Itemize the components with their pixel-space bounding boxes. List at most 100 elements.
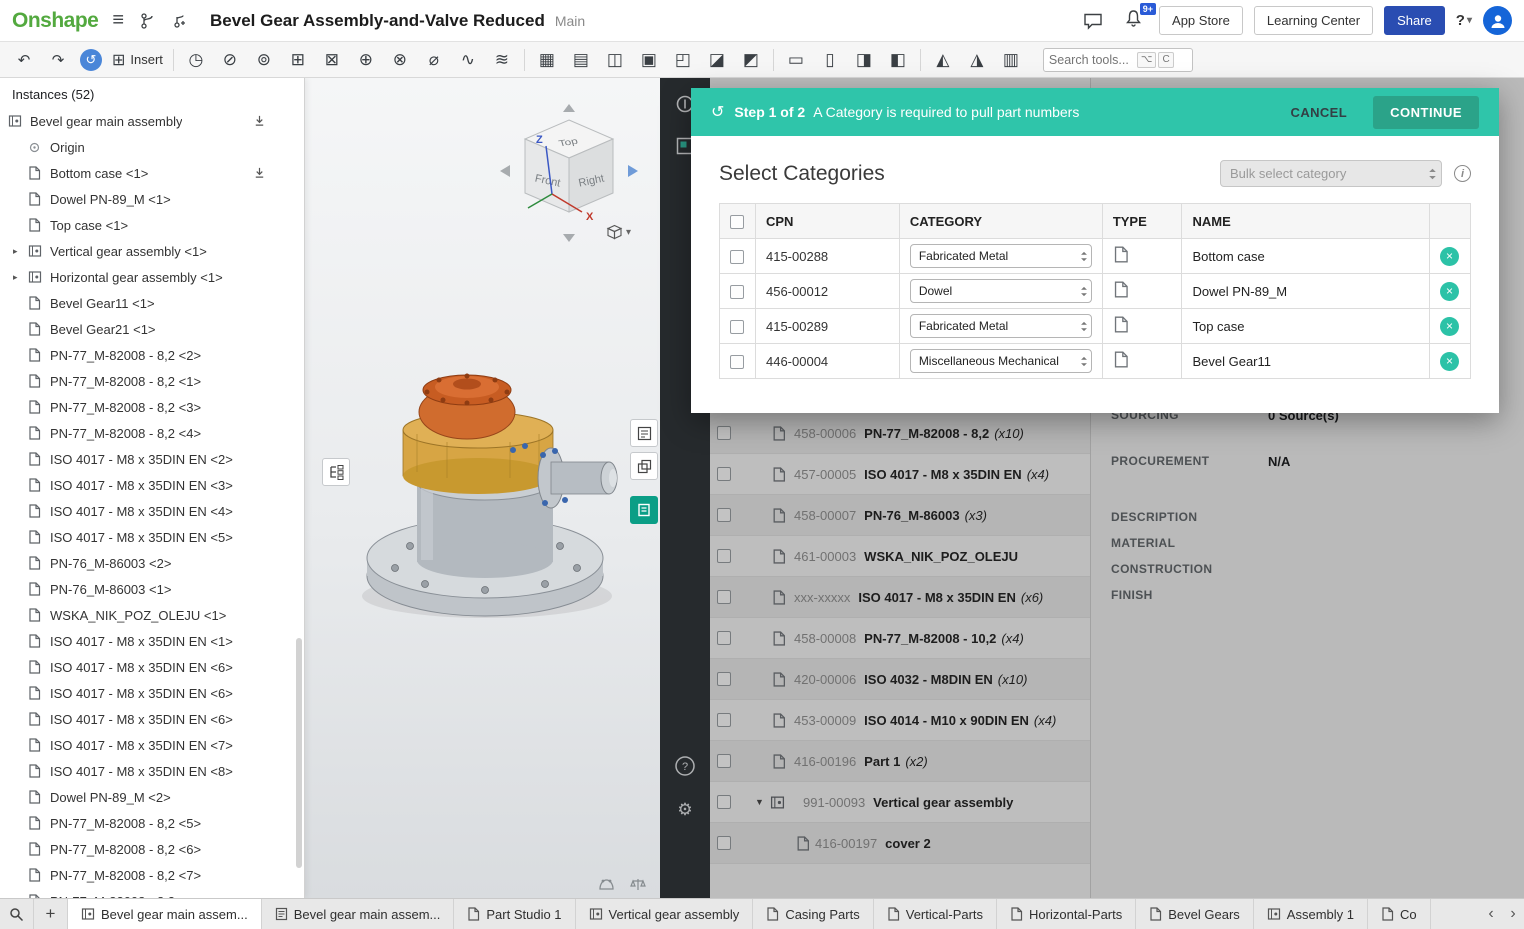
- explode-view-tool[interactable]: ◪: [705, 50, 729, 70]
- document-tab[interactable]: Bevel gear main assem...: [68, 899, 262, 929]
- display-states-tool[interactable]: ◨: [852, 50, 876, 70]
- instance-tree-item[interactable]: ▸ ISO 4017 - M8 x 35DIN EN <6>: [0, 680, 304, 706]
- instance-tree-item[interactable]: ▸ PN-77_M-82008 - 8,2 <2>: [0, 342, 304, 368]
- instance-tree-item[interactable]: ▸ ISO 4017 - M8 x 35DIN EN <3>: [0, 472, 304, 498]
- remove-row-button[interactable]: ×: [1440, 247, 1459, 266]
- instance-tree-item[interactable]: ▸ ISO 4017 - M8 x 35DIN EN <4>: [0, 498, 304, 524]
- share-button[interactable]: Share: [1384, 6, 1445, 35]
- rotate-up-arrow-icon[interactable]: [563, 104, 575, 112]
- planar-mate-tool[interactable]: ⊞: [286, 50, 310, 70]
- arena-plm-panel-button[interactable]: [630, 496, 658, 524]
- appearance-tool[interactable]: ◧: [886, 50, 910, 70]
- revolute-mate-tool[interactable]: ⊚: [252, 50, 276, 70]
- circular-pattern-tool[interactable]: ◫: [603, 50, 627, 70]
- help-menu-button[interactable]: ? ▾: [1456, 12, 1472, 29]
- category-dropdown[interactable]: Fabricated Metal: [910, 244, 1092, 268]
- remove-row-button[interactable]: ×: [1440, 317, 1459, 336]
- remove-row-button[interactable]: ×: [1440, 352, 1459, 371]
- replicate-tool[interactable]: ▣: [637, 50, 661, 70]
- search-tabs-button[interactable]: [0, 899, 34, 929]
- row-checkbox[interactable]: [730, 250, 744, 264]
- assembly-structure-button[interactable]: [322, 458, 350, 486]
- measure-panel-icon[interactable]: [628, 874, 648, 894]
- remove-row-button[interactable]: ×: [1440, 282, 1459, 301]
- learning-center-button[interactable]: Learning Center: [1254, 6, 1373, 35]
- cancel-button[interactable]: CANCEL: [1291, 105, 1348, 120]
- search-tools-input[interactable]: [1049, 53, 1135, 67]
- category-dropdown[interactable]: Dowel: [910, 279, 1092, 303]
- main-menu-icon[interactable]: ≡: [112, 9, 124, 32]
- ball-mate-tool[interactable]: ⌀: [422, 50, 446, 70]
- app-store-button[interactable]: App Store: [1159, 6, 1243, 35]
- instance-tree-item[interactable]: ▸ ISO 4017 - M8 x 35DIN EN <2>: [0, 446, 304, 472]
- instance-tree-item[interactable]: ▸ PN-77_M-82008 - 8,2 <6>: [0, 836, 304, 862]
- add-tab-button[interactable]: +: [34, 899, 68, 929]
- tangent-mate-tool[interactable]: ≋: [490, 50, 514, 70]
- instance-tree-item[interactable]: ▸ Horizontal gear assembly <1>: [0, 264, 304, 290]
- instance-tree-item[interactable]: ▸ ISO 4017 - M8 x 35DIN EN <6>: [0, 706, 304, 732]
- document-tab[interactable]: Part Studio 1: [454, 899, 575, 929]
- create-version-button[interactable]: [168, 9, 192, 33]
- expand-arrow-icon[interactable]: ▸: [13, 272, 18, 283]
- gear-relation-tool[interactable]: ∿: [456, 50, 480, 70]
- instance-tree-item[interactable]: ▸ ISO 4017 - M8 x 35DIN EN <5>: [0, 524, 304, 550]
- section-view-tool[interactable]: ◭: [931, 50, 955, 70]
- instance-tree-item[interactable]: ▸ Origin: [0, 134, 304, 160]
- instance-tree-item[interactable]: ▸ Bevel Gear11 <1>: [0, 290, 304, 316]
- document-tab[interactable]: Horizontal-Parts: [997, 899, 1136, 929]
- mate-tool[interactable]: ⊘: [218, 50, 242, 70]
- cylindrical-mate-tool[interactable]: ⊕: [354, 50, 378, 70]
- measure-tool[interactable]: ◮: [965, 50, 989, 70]
- bulk-select-category-dropdown[interactable]: Bulk select category: [1220, 160, 1442, 187]
- instance-tree-item[interactable]: ▸ Vertical gear assembly <1>: [0, 238, 304, 264]
- group-tool[interactable]: ▦: [535, 50, 559, 70]
- document-tab[interactable]: Assembly 1: [1254, 899, 1368, 929]
- instance-tree-item[interactable]: ▸ Dowel PN-89_M <1>: [0, 186, 304, 212]
- instance-tree-item[interactable]: ▸ ISO 4017 - M8 x 35DIN EN <7>: [0, 732, 304, 758]
- scroll-tabs-left-button[interactable]: ‹: [1480, 905, 1502, 923]
- select-all-checkbox[interactable]: [730, 215, 744, 229]
- row-checkbox[interactable]: [730, 320, 744, 334]
- instance-tree-item[interactable]: ▸ PN-77_M-82008 - 8,2 <4>: [0, 420, 304, 446]
- rotate-right-arrow-icon[interactable]: [628, 165, 638, 177]
- instance-tree-item[interactable]: ▸ Bevel gear main assembly: [0, 108, 304, 134]
- assembly-3d-model[interactable]: [355, 360, 625, 625]
- instance-tree-item[interactable]: ▸ PN-77_M-82008 - 8,2 <3>: [0, 394, 304, 420]
- fastened-mate-tool[interactable]: ⊠: [320, 50, 344, 70]
- document-tab[interactable]: Casing Parts: [753, 899, 873, 929]
- document-tab[interactable]: Co: [1368, 899, 1431, 929]
- pin-slot-mate-tool[interactable]: ⊗: [388, 50, 412, 70]
- rotate-view-tool[interactable]: ◷: [184, 50, 208, 70]
- info-icon[interactable]: i: [1454, 165, 1471, 182]
- category-dropdown[interactable]: Fabricated Metal: [910, 314, 1092, 338]
- instance-tree-item[interactable]: ▸ ISO 4017 - M8 x 35DIN EN <8>: [0, 758, 304, 784]
- notifications-bell-icon[interactable]: 9+: [1124, 9, 1148, 33]
- document-tab[interactable]: Vertical gear assembly: [576, 899, 754, 929]
- frame-tool[interactable]: ▯: [818, 50, 842, 70]
- instance-tree-item[interactable]: ▸ ISO 4017 - M8 x 35DIN EN <1>: [0, 628, 304, 654]
- redo-button[interactable]: ↷: [46, 51, 70, 69]
- expand-arrow-icon[interactable]: ▸: [13, 246, 18, 257]
- document-tab[interactable]: Bevel Gears: [1136, 899, 1254, 929]
- appearance-panel-icon[interactable]: [596, 874, 616, 894]
- document-tab[interactable]: Vertical-Parts: [874, 899, 997, 929]
- instance-tree-item[interactable]: ▸ ISO 4017 - M8 x 35DIN EN <6>: [0, 654, 304, 680]
- row-checkbox[interactable]: [730, 285, 744, 299]
- named-positions-tool[interactable]: ◩: [739, 50, 763, 70]
- instance-tree-item[interactable]: ▸ Bottom case <1>: [0, 160, 304, 186]
- instance-tree-item[interactable]: ▸ Top case <1>: [0, 212, 304, 238]
- undo-button[interactable]: ↶: [12, 51, 36, 69]
- linear-pattern-tool[interactable]: ▤: [569, 50, 593, 70]
- versions-history-button[interactable]: [136, 9, 160, 33]
- snap-mode-tool[interactable]: ◰: [671, 50, 695, 70]
- user-avatar[interactable]: [1483, 6, 1512, 35]
- row-checkbox[interactable]: [730, 355, 744, 369]
- instances-scrollbar[interactable]: [296, 638, 302, 868]
- instance-tree-item[interactable]: ▸ PN-76_M-86003 <1>: [0, 576, 304, 602]
- document-tab[interactable]: Bevel gear main assem...: [262, 899, 455, 929]
- scroll-tabs-right-button[interactable]: ›: [1502, 905, 1524, 923]
- continue-button[interactable]: CONTINUE: [1373, 96, 1479, 129]
- instance-tree-item[interactable]: ▸ PN-76_M-86003 <2>: [0, 550, 304, 576]
- instance-tree-item[interactable]: ▸ Dowel PN-89_M <2>: [0, 784, 304, 810]
- view-orientation-button[interactable]: ▾: [606, 224, 631, 240]
